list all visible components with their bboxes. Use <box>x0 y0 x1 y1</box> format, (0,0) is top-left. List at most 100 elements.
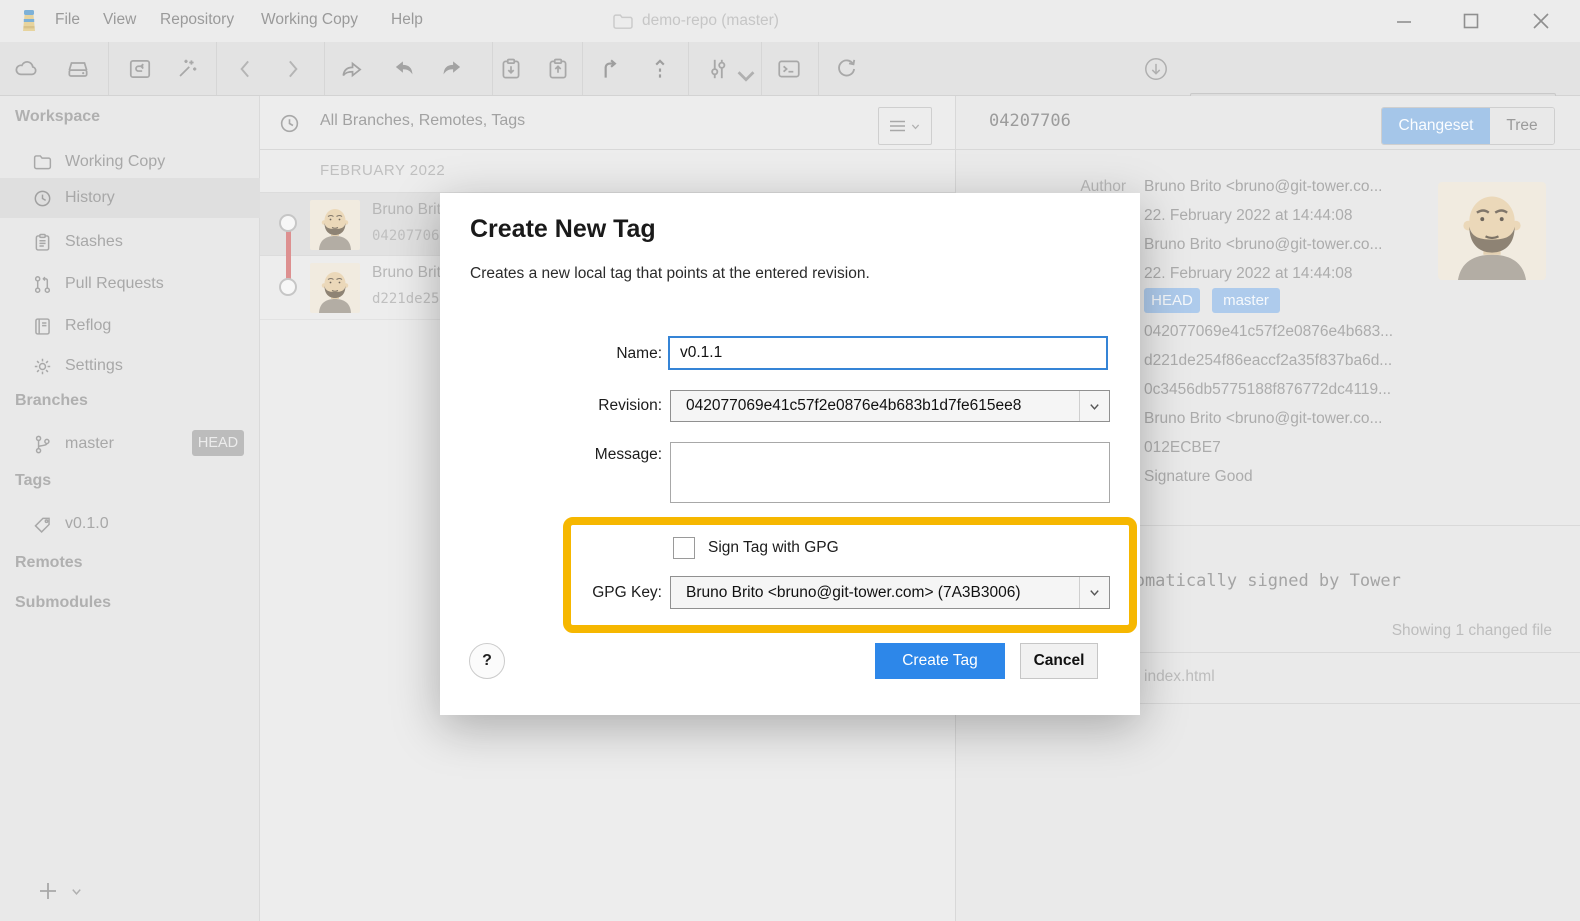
menu-bar: File View Repository Working Copy Help d… <box>0 0 1580 42</box>
sidebar-item-label: History <box>65 189 115 207</box>
revision-select[interactable]: 042077069e41c57f2e0876e4b683b1d7fe615ee8 <box>670 390 1110 422</box>
tower-app-window: File View Repository Working Copy Help d… <box>0 0 1580 921</box>
tree-sha-row: 0c3456db5775188f876772dc4119... <box>1144 381 1391 399</box>
sidebar-item-label: Settings <box>65 357 123 375</box>
history-filter-label: All Branches, Remotes, Tags <box>320 112 525 130</box>
sidebar-item-label: Reflog <box>65 317 111 335</box>
commit-sha-row: 042077069e41c57f2e0876e4b683... <box>1144 323 1393 341</box>
sidebar-item-tag-v010[interactable]: v0.1.0 <box>0 506 260 542</box>
pull-request-icon <box>32 274 53 295</box>
revision-chevron-icon[interactable] <box>1079 391 1109 421</box>
section-workspace: Workspace <box>15 108 100 126</box>
tag-icon <box>32 514 53 535</box>
plus-icon <box>36 879 60 903</box>
sidebar-item-stashes[interactable]: Stashes <box>0 224 260 260</box>
sidebar-item-reflog[interactable]: Reflog <box>0 308 260 344</box>
sidebar-item-label: Pull Requests <box>65 275 164 293</box>
sidebar-item-working-copy[interactable]: Working Copy <box>0 144 260 180</box>
menu-view[interactable]: View <box>103 11 136 29</box>
add-repository-button[interactable] <box>36 879 83 903</box>
tower-logo-icon <box>15 7 43 35</box>
commit-graph-node <box>279 214 297 232</box>
author-avatar <box>1438 182 1546 280</box>
tag-message-textarea[interactable] <box>670 442 1110 503</box>
compare-icon[interactable] <box>705 56 731 82</box>
create-new-tag-dialog: Create New Tag Creates a new local tag t… <box>440 193 1140 715</box>
close-button[interactable] <box>1518 0 1564 42</box>
commit-graph-node <box>279 278 297 296</box>
sign-tag-checkbox-label: Sign Tag with GPG <box>708 539 839 557</box>
tab-tree[interactable]: Tree <box>1490 108 1554 144</box>
commit-author: Bruno Brito <box>372 201 450 219</box>
name-label: Name: <box>440 345 662 363</box>
toolbar <box>0 42 1580 96</box>
sidebar-item-label: master <box>65 435 114 453</box>
sidebar-item-label: Stashes <box>65 233 123 251</box>
committer-value: Bruno Brito <bruno@git-tower.co... <box>1144 236 1382 254</box>
sidebar-item-settings[interactable]: Settings <box>0 348 260 384</box>
dialog-subtitle: Creates a new local tag that points at t… <box>470 265 870 283</box>
terminal-icon[interactable] <box>776 56 802 82</box>
signer-row: Bruno Brito <bruno@git-tower.co... <box>1144 410 1382 428</box>
dialog-title: Create New Tag <box>470 215 656 244</box>
window-title: demo-repo (master) <box>642 12 779 30</box>
local-drive-icon[interactable] <box>65 56 91 82</box>
tag-name-input[interactable] <box>668 336 1108 370</box>
menu-working-copy[interactable]: Working Copy <box>261 11 358 29</box>
clipboard-icon <box>32 232 53 253</box>
commit-avatar <box>310 200 360 250</box>
gpg-key-chevron-icon[interactable] <box>1079 577 1109 608</box>
cancel-button[interactable]: Cancel <box>1020 643 1098 679</box>
repo-folder-icon <box>612 12 634 30</box>
share-arrow-icon[interactable] <box>339 56 365 82</box>
changed-file-name[interactable]: index.html <box>1144 668 1215 686</box>
history-clock-icon <box>278 112 301 135</box>
master-ref-badge[interactable]: master <box>1212 288 1280 313</box>
history-filter-button[interactable] <box>878 107 932 145</box>
forward-icon[interactable] <box>279 56 305 82</box>
commit-avatar <box>310 263 360 313</box>
section-branches: Branches <box>15 392 88 410</box>
create-tag-button[interactable]: Create Tag <box>875 643 1005 679</box>
pull-merge-icon[interactable] <box>597 56 623 82</box>
head-ref-badge[interactable]: HEAD <box>1144 288 1200 313</box>
stash-apply-icon[interactable] <box>498 56 524 82</box>
refresh-icon[interactable] <box>833 56 859 82</box>
history-group-label: FEBRUARY 2022 <box>320 162 445 179</box>
push-icon[interactable] <box>647 56 673 82</box>
gpg-key-select[interactable]: Bruno Brito <bruno@git-tower.com> (7A3B3… <box>670 576 1110 609</box>
redo-icon[interactable] <box>439 56 465 82</box>
menu-repository[interactable]: Repository <box>160 11 234 29</box>
magic-wand-icon[interactable] <box>173 56 199 82</box>
cloud-icon[interactable] <box>14 56 40 82</box>
open-repository-icon[interactable] <box>127 56 153 82</box>
author-value: Bruno Brito <bruno@git-tower.co... <box>1144 178 1382 196</box>
commit-message: automatically signed by Tower <box>1104 571 1401 591</box>
commit-author: Bruno Brito <box>372 264 450 282</box>
clock-icon <box>32 188 53 209</box>
chevron-down-icon <box>910 121 921 132</box>
scroll-to-head-icon[interactable] <box>1143 56 1169 82</box>
sidebar-item-history[interactable]: History <box>0 178 260 218</box>
sign-tag-checkbox[interactable] <box>673 537 695 559</box>
section-submodules: Submodules <box>15 594 111 612</box>
gpg-key-label: GPG Key: <box>440 584 662 602</box>
menu-help[interactable]: Help <box>391 11 423 29</box>
back-icon[interactable] <box>233 56 259 82</box>
committer-date: 22. February 2022 at 14:44:08 <box>1144 265 1353 283</box>
section-tags: Tags <box>15 472 51 490</box>
chevron-down-icon <box>70 885 83 898</box>
stash-save-icon[interactable] <box>545 56 571 82</box>
revision-value: 042077069e41c57f2e0876e4b683b1d7fe615ee8 <box>671 397 1079 415</box>
minimize-button[interactable] <box>1381 0 1427 42</box>
signature-status-row: Signature Good <box>1144 468 1253 486</box>
maximize-button[interactable] <box>1448 0 1494 42</box>
tab-changeset[interactable]: Changeset <box>1382 108 1490 144</box>
help-button[interactable]: ? <box>469 643 505 679</box>
key-id-row: 012ECBE7 <box>1144 439 1221 457</box>
changeset-tab-group: Changeset Tree <box>1381 107 1555 145</box>
compare-dropdown-chevron-icon[interactable] <box>733 63 759 89</box>
menu-file[interactable]: File <box>55 11 80 29</box>
sidebar-item-pull-requests[interactable]: Pull Requests <box>0 266 260 302</box>
undo-icon[interactable] <box>391 56 417 82</box>
